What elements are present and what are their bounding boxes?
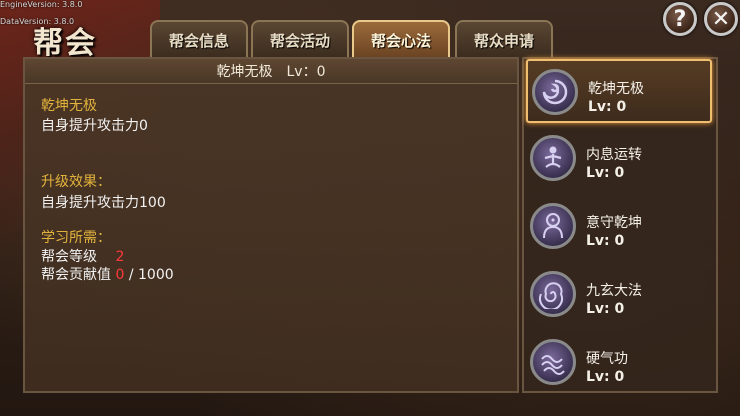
req-guild-level-value: 2: [115, 249, 125, 265]
skill-list-panel: 乾坤无极 Lv: 0 内息运转 Lv: 0 意守乾坤 Lv: 0 九玄大法 Lv…: [522, 57, 718, 393]
help-button[interactable]: ?: [663, 2, 697, 36]
current-effect-text: 自身提升攻击力0: [41, 118, 148, 134]
wave-icon: [530, 339, 576, 385]
spiral-icon: [530, 271, 576, 317]
detail-header: 乾坤无极 Lv：0: [25, 59, 517, 84]
skill-item-neixi[interactable]: 内息运转 Lv: 0: [526, 127, 712, 191]
skill-item-yishou[interactable]: 意守乾坤 Lv: 0: [526, 195, 712, 259]
tab-member-applications[interactable]: 帮众申请: [455, 20, 553, 58]
req-contribution: 帮会贡献值 0 / 1000: [41, 267, 174, 283]
swirl-icon: [532, 69, 578, 115]
engine-version-text: EngineVersion: 3.8.0: [0, 0, 83, 9]
skill-item-qiankun[interactable]: 乾坤无极 Lv: 0: [526, 59, 712, 123]
upgrade-effect-text: 自身提升攻击力100: [41, 195, 166, 211]
buddha-icon: [530, 203, 576, 249]
req-contribution-current: 0: [115, 267, 125, 283]
skill-item-yingqigong[interactable]: 硬气功 Lv: 0: [526, 331, 712, 395]
window-title: 帮会: [33, 26, 97, 61]
skill-detail-panel: 乾坤无极 Lv：0 乾坤无极 自身提升攻击力0 升级效果： 自身提升攻击力100…: [23, 57, 519, 393]
requirements-title: 学习所需：: [41, 230, 111, 246]
tab-guild-info[interactable]: 帮会信息: [150, 20, 248, 58]
meditation-icon: [530, 135, 576, 181]
tab-guild-skills[interactable]: 帮会心法: [352, 20, 450, 58]
detail-skill-name: 乾坤无极: [41, 98, 97, 114]
req-guild-level: 帮会等级 2: [41, 249, 125, 265]
upgrade-effect-title: 升级效果：: [41, 174, 111, 190]
close-button[interactable]: ✕: [704, 2, 738, 36]
tab-guild-activities[interactable]: 帮会活动: [251, 20, 349, 58]
skill-item-jiuxuan[interactable]: 九玄大法 Lv: 0: [526, 263, 712, 327]
